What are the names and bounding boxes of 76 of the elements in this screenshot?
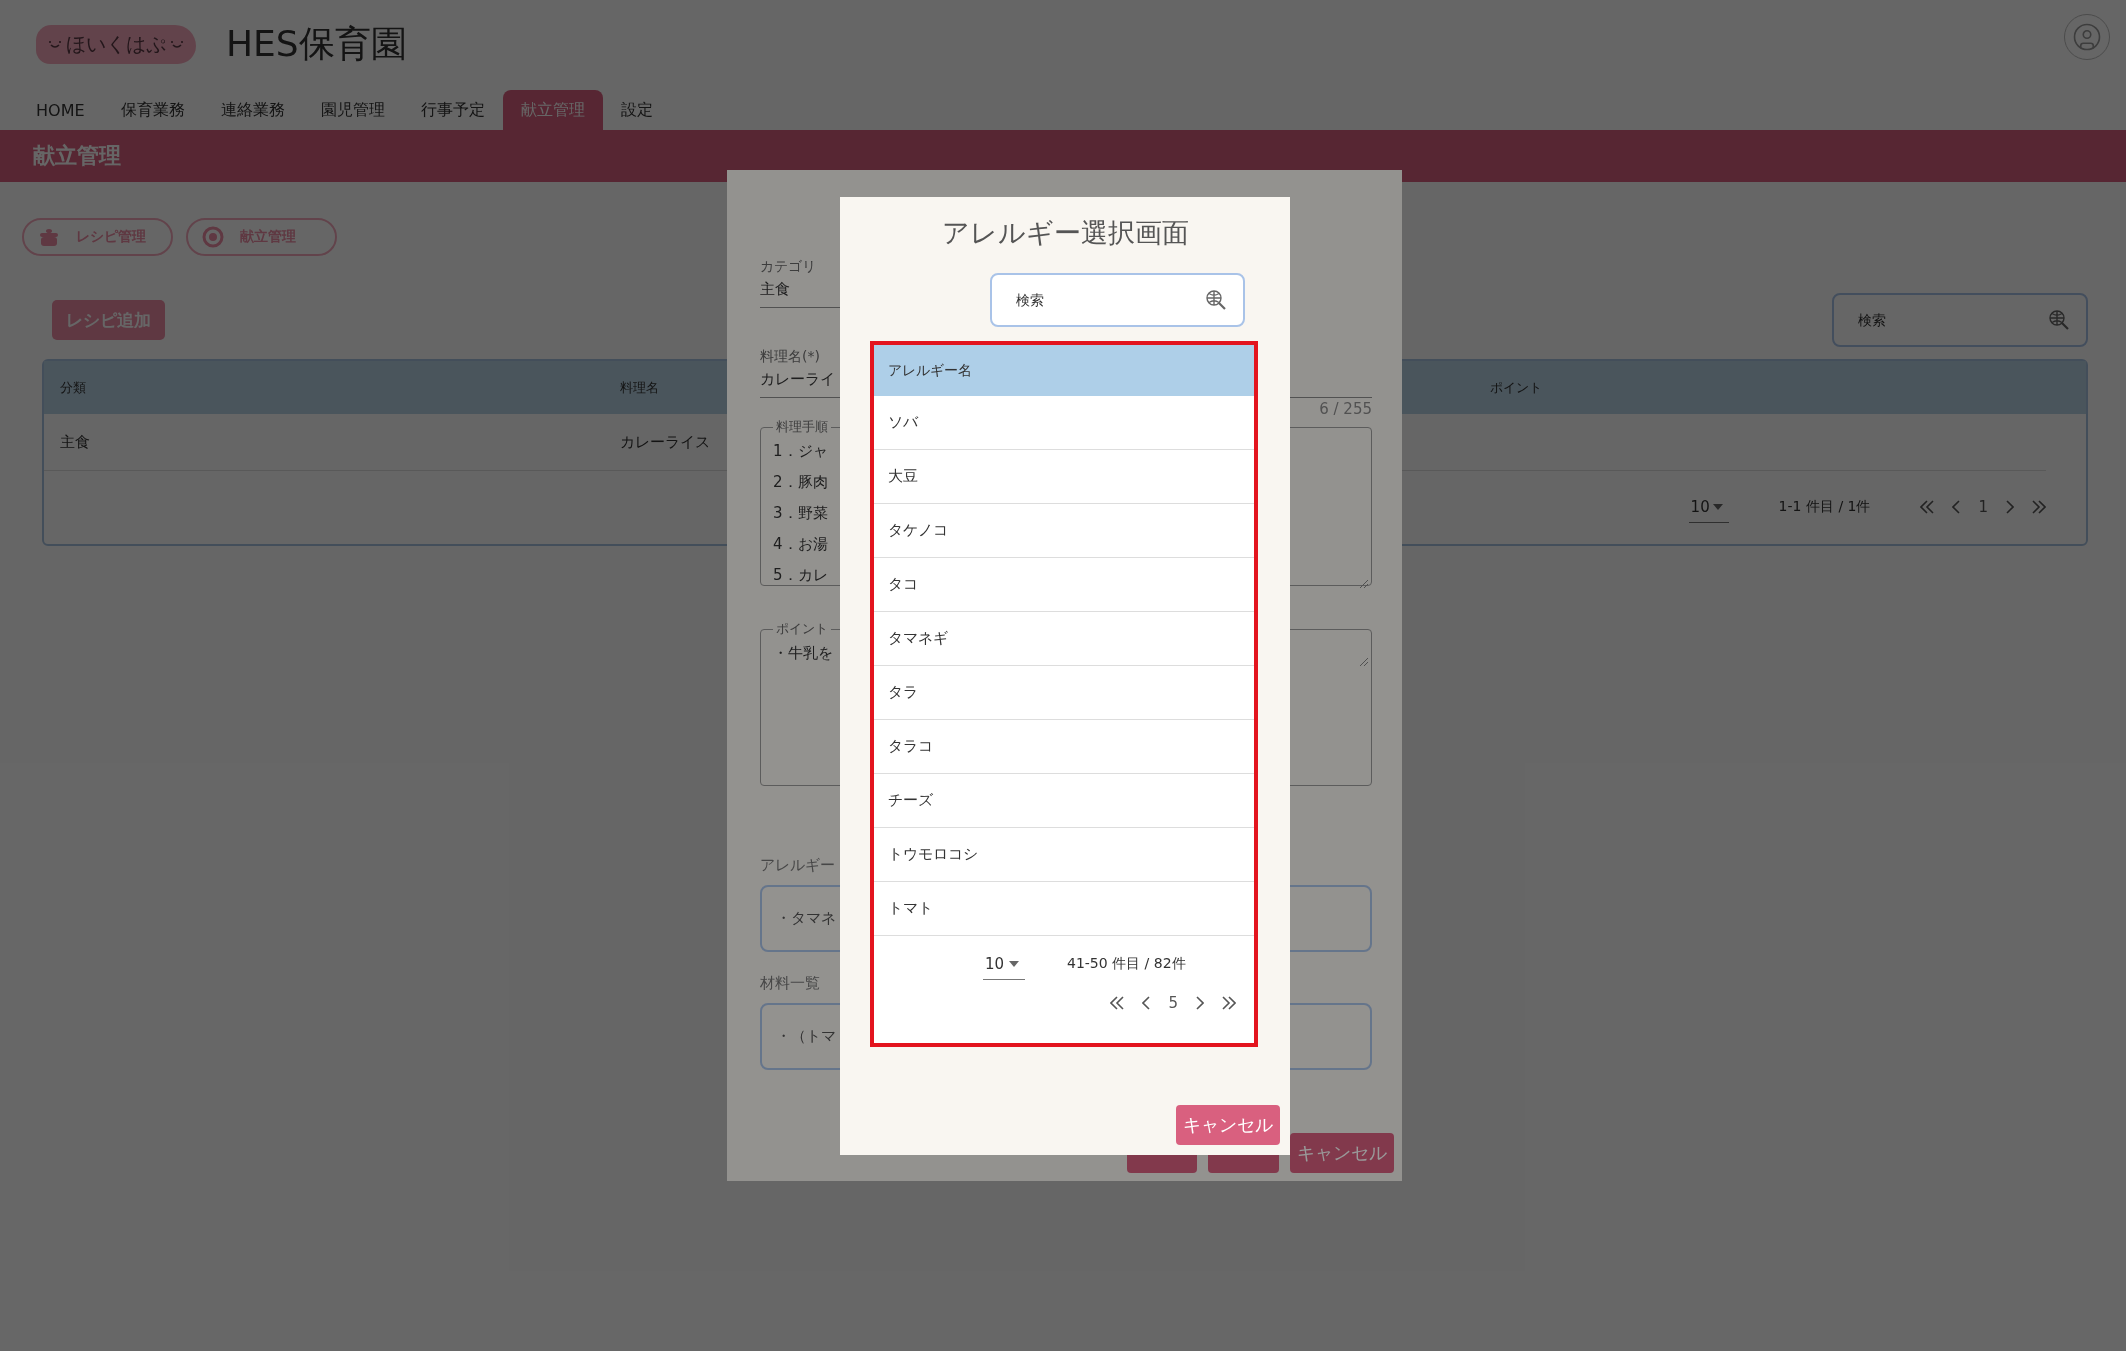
search-icon[interactable]: [2048, 309, 2070, 331]
cancel-button[interactable]: キャンセル: [1290, 1133, 1394, 1173]
smile-icon: [48, 39, 62, 49]
field-label: アレルギー: [760, 856, 836, 875]
column-header: アレルギー名: [874, 345, 1254, 396]
step-line: 1．ジャ: [773, 441, 828, 462]
allergy-row[interactable]: トウモロコシ: [874, 828, 1254, 882]
caret-icon: [1009, 960, 1019, 967]
search-input[interactable]: 検索: [1014, 291, 1205, 309]
table-cell: カレーライス: [620, 432, 710, 452]
cancel-button[interactable]: キャンセル: [1176, 1105, 1280, 1145]
point-line: ・牛乳を: [773, 643, 833, 664]
double-chevron-right-icon: [1222, 996, 1236, 1010]
app-title: HES保育園: [226, 21, 407, 66]
logo: ほいくはぷ: [36, 24, 196, 64]
column-header: 料理名: [620, 378, 659, 397]
page-size-select[interactable]: 10: [983, 948, 1025, 980]
resize-handle-icon[interactable]: [1359, 657, 1369, 667]
page-range: 41-50 件目 / 82件: [1067, 955, 1186, 973]
character-counter: 6 / 255: [1319, 400, 1372, 418]
step-line: 2．豚肉: [773, 472, 828, 493]
previous-page-button[interactable]: [1142, 996, 1151, 1010]
allergy-row[interactable]: チーズ: [874, 774, 1254, 828]
pot-icon: [38, 227, 60, 247]
double-chevron-left-icon: [1920, 500, 1935, 514]
resize-handle-icon[interactable]: [1359, 579, 1369, 589]
allergy-row[interactable]: タラコ: [874, 720, 1254, 774]
step-line: 4．お湯: [773, 534, 828, 555]
page-size-select[interactable]: 10: [1688, 491, 1729, 523]
field-label: カテゴリ: [760, 258, 817, 276]
nav-tab[interactable]: 設定: [602, 90, 671, 130]
allergy-row[interactable]: 大豆: [874, 450, 1254, 504]
double-chevron-left-icon: [1110, 996, 1125, 1010]
nav-tab[interactable]: HOME: [18, 90, 103, 130]
column-header: ポイント: [1490, 378, 1542, 397]
search-input[interactable]: 検索: [1856, 311, 2048, 329]
field-label: 料理手順: [775, 418, 829, 436]
column-header: 分類: [60, 378, 86, 397]
dialog-title: アレルギー選択画面: [940, 216, 1190, 250]
field-label: 材料一覧: [760, 974, 821, 993]
allergy-row[interactable]: タラ: [874, 666, 1254, 720]
nav-tab[interactable]: 行事予定: [402, 90, 503, 130]
chevron-right-icon: [2006, 500, 2014, 514]
nav-tab[interactable]: 園児管理: [302, 90, 403, 130]
list-item: ・（トマ: [776, 1027, 836, 1046]
nav-tab[interactable]: 保育業務: [102, 90, 203, 130]
list-item: ・タマネ: [776, 909, 836, 928]
first-page-button[interactable]: [1110, 996, 1125, 1010]
allergy-row[interactable]: タコ: [874, 558, 1254, 612]
search-icon[interactable]: [1205, 289, 1227, 311]
field-value: カレーライ: [760, 370, 835, 389]
caret-icon: [1712, 503, 1723, 510]
search-box[interactable]: 検索: [1832, 293, 2088, 347]
field-value: 主食: [760, 280, 790, 299]
allergy-row[interactable]: トマト: [874, 882, 1254, 936]
next-page-button[interactable]: [1196, 996, 1204, 1010]
step-line: 3．野菜: [773, 503, 828, 524]
chevron-left-icon: [1142, 996, 1151, 1010]
allergy-row[interactable]: タケノコ: [874, 504, 1254, 558]
current-page: 1: [1978, 498, 1988, 516]
allergy-row[interactable]: タマネギ: [874, 612, 1254, 666]
current-page: 5: [1168, 994, 1178, 1012]
table-cell: 主食: [60, 432, 90, 452]
field-label: ポイント: [775, 620, 829, 638]
double-chevron-right-icon: [2032, 500, 2046, 514]
nav-tab[interactable]: 連絡業務: [202, 90, 303, 130]
allergy-row[interactable]: ソバ: [874, 396, 1254, 450]
search-box[interactable]: 検索: [990, 273, 1245, 327]
smile-icon: [170, 39, 184, 49]
page-range: 1-1 件目 / 1件: [1778, 498, 1871, 516]
field-label: 料理名(*): [760, 348, 821, 366]
chevron-left-icon: [1952, 500, 1961, 514]
chevron-right-icon: [1196, 996, 1204, 1010]
last-page-button[interactable]: [1222, 996, 1236, 1010]
step-line: 5．カレ: [773, 565, 828, 586]
page-title: 献立管理: [33, 142, 121, 170]
